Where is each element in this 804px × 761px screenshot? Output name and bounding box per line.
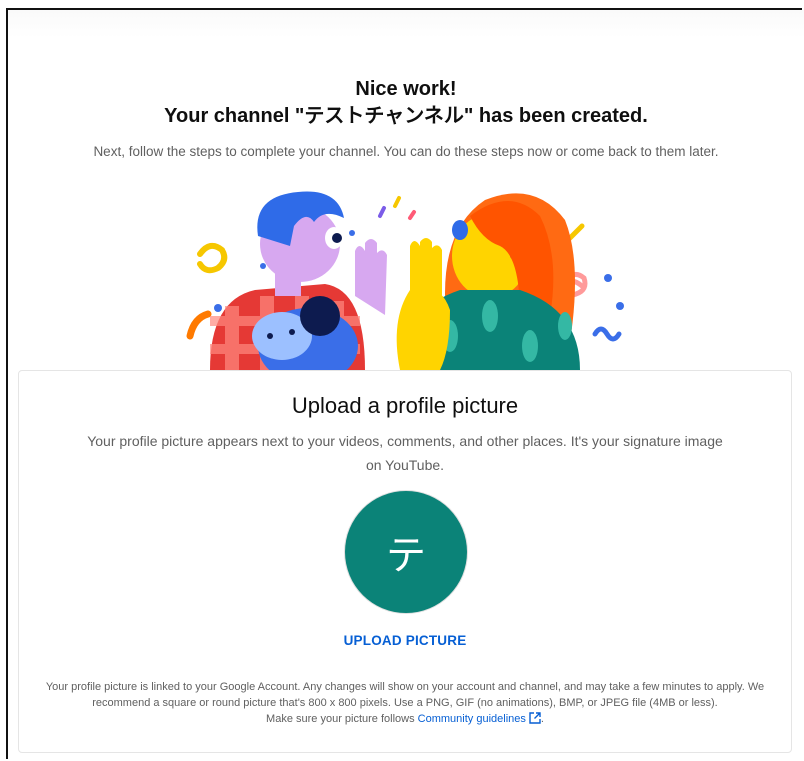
celebration-illustration [170, 186, 640, 370]
heading-line-2: Your channel "テストチャンネル" has been created… [164, 105, 648, 127]
avatar-letter: テ [386, 533, 426, 579]
upload-picture-button[interactable]: UPLOAD PICTURE [19, 633, 791, 648]
top-bar [8, 10, 804, 38]
heading-line-1: Nice work! [355, 78, 457, 100]
success-heading: Nice work! Your channel "テストチャンネル" has b… [8, 76, 804, 130]
card-title: Upload a profile picture [291, 393, 519, 418]
community-guidelines-label: Community guidelines [417, 713, 526, 725]
card-description: Your profile picture appears next to you… [87, 433, 723, 473]
fineprint-text: Your profile picture is linked to your G… [45, 681, 765, 709]
profile-avatar: テ [345, 491, 467, 613]
intro-text: Next, follow the steps to complete your … [93, 144, 719, 159]
fineprint-prefix: Make sure your picture follows [266, 713, 418, 725]
profile-picture-card: Upload a profile picture Your profile pi… [18, 370, 792, 753]
external-link-icon [529, 712, 541, 729]
celebration-illustration-svg [186, 191, 624, 370]
community-guidelines-link[interactable]: Community guidelines [417, 712, 541, 725]
fineprint: Your profile picture is linked to your G… [39, 679, 771, 729]
fineprint-suffix: . [540, 713, 544, 725]
